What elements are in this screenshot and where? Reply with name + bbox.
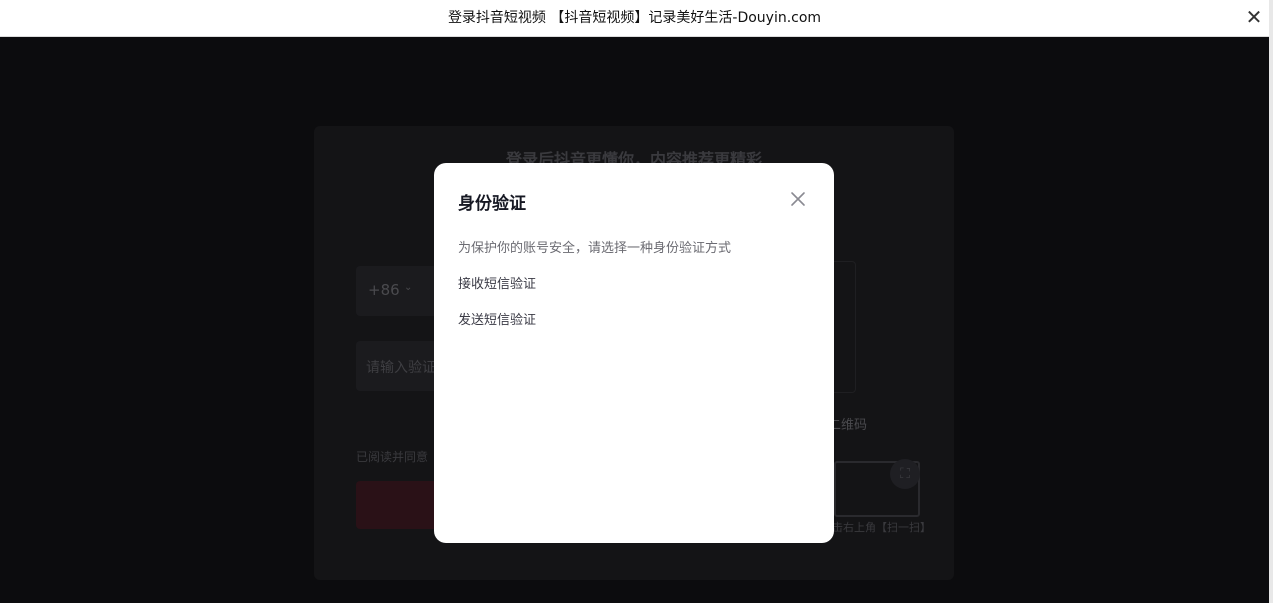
close-icon[interactable] xyxy=(786,187,810,211)
send-sms-option[interactable]: 发送短信验证 xyxy=(458,309,536,328)
agreement-text: 已阅读并同意 xyxy=(356,450,429,464)
window-close-button[interactable]: ✕ xyxy=(1243,6,1265,28)
scan-icon: ⛶ xyxy=(890,459,920,489)
dialog-title: 身份验证 xyxy=(458,194,526,214)
dialog-description: 为保护你的账号安全，请选择一种身份验证方式 xyxy=(458,241,732,256)
receive-sms-option[interactable]: 接收短信验证 xyxy=(458,273,536,292)
scan-tip: 击右上角【扫一扫】 xyxy=(832,521,931,534)
browser-title-bar: 登录抖音短视频 【抖音短视频】记录美好生活-Douyin.com ✕ xyxy=(0,0,1269,37)
chevron-down-icon: ⌄ xyxy=(404,282,413,293)
window-title: 登录抖音短视频 【抖音短视频】记录美好生活-Douyin.com xyxy=(447,10,822,26)
code-placeholder: 请输入验证 xyxy=(366,360,436,376)
identity-verification-dialog: 身份验证 为保护你的账号安全，请选择一种身份验证方式 接收短信验证 发送短信验证 xyxy=(434,163,834,543)
scrollbar[interactable] xyxy=(1269,0,1273,603)
country-code: +86 xyxy=(368,281,400,299)
